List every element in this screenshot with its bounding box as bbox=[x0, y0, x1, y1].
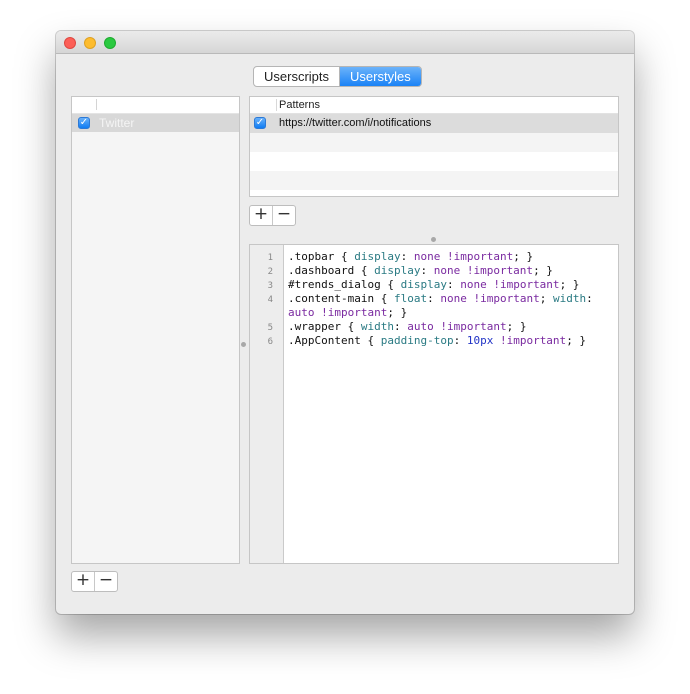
site-list-item-label: Twitter bbox=[99, 116, 135, 130]
close-window-button[interactable] bbox=[64, 37, 76, 49]
patterns-header: Patterns bbox=[250, 97, 618, 114]
empty-row bbox=[250, 152, 618, 171]
line-number: 1 bbox=[267, 253, 273, 263]
tab-userstyles[interactable]: Userstyles bbox=[339, 67, 421, 86]
code-token: none bbox=[440, 292, 467, 305]
site-list-item[interactable]: ✓ Twitter bbox=[72, 114, 239, 132]
vertical-split-handle[interactable] bbox=[241, 342, 246, 347]
line-number-gutter: 1 2 3 4 5 6 bbox=[250, 245, 284, 563]
code-token: !important bbox=[473, 292, 540, 305]
pattern-url[interactable]: https://twitter.com/i/notifications bbox=[279, 116, 431, 130]
remove-pattern-button[interactable]: − bbox=[272, 206, 295, 225]
code-token: display bbox=[374, 264, 421, 277]
pattern-row[interactable]: ✓ https://twitter.com/i/notifications bbox=[250, 114, 618, 133]
code-token: width bbox=[360, 320, 394, 333]
mode-segmented-control: Userscripts Userstyles bbox=[253, 66, 422, 87]
horizontal-split-handle[interactable] bbox=[431, 237, 436, 242]
line-number: 5 bbox=[267, 323, 273, 333]
code-token: : bbox=[586, 292, 593, 305]
code-token: ; } bbox=[387, 306, 408, 319]
code-token: float bbox=[393, 292, 428, 305]
code-token: ; } bbox=[506, 320, 527, 333]
code-line[interactable]: .topbar { display: none !important; } bbox=[288, 250, 593, 264]
empty-row bbox=[250, 133, 618, 152]
code-token: .AppContent { bbox=[288, 334, 381, 347]
code-token: none bbox=[433, 264, 461, 277]
code-token: .dashboard { bbox=[288, 264, 375, 277]
code-token: : bbox=[400, 250, 414, 263]
code-token: !important bbox=[493, 278, 560, 291]
minimize-window-button[interactable] bbox=[84, 37, 96, 49]
code-token: !important bbox=[446, 250, 514, 263]
line-number: 2 bbox=[267, 267, 273, 277]
line-number: 3 bbox=[267, 281, 273, 291]
pattern-add-remove-buttons: + − bbox=[249, 205, 296, 226]
empty-row bbox=[250, 171, 618, 190]
site-list-header bbox=[72, 97, 239, 114]
code-token: !important bbox=[499, 334, 567, 347]
code-token: display bbox=[354, 250, 401, 263]
code-token: #trends_dialog { bbox=[288, 278, 401, 291]
code-token: ; } bbox=[513, 250, 534, 263]
code-token: 10px bbox=[466, 334, 494, 347]
code-token: .topbar { bbox=[288, 250, 355, 263]
tab-userscripts[interactable]: Userscripts bbox=[254, 67, 339, 86]
code-token: : bbox=[427, 292, 441, 305]
code-token: none bbox=[460, 278, 487, 291]
code-token: padding-top bbox=[380, 334, 454, 347]
code-token: ; bbox=[539, 292, 553, 305]
column-separator bbox=[276, 99, 277, 111]
code-token: display bbox=[400, 278, 447, 291]
code-token: !important bbox=[321, 306, 388, 319]
code-token: : bbox=[453, 334, 467, 347]
code-token: ; } bbox=[559, 278, 580, 291]
pattern-enabled-checkbox[interactable]: ✓ bbox=[254, 117, 266, 129]
code-text[interactable]: .topbar { display: none !important; } .da… bbox=[288, 250, 593, 348]
zoom-window-button[interactable] bbox=[104, 37, 116, 49]
add-pattern-button[interactable]: + bbox=[250, 206, 272, 225]
code-line[interactable]: .dashboard { display: none !important; } bbox=[288, 264, 593, 278]
main-window: Userscripts Userstyles ✓ Twitter Pattern… bbox=[56, 31, 634, 614]
code-token: : bbox=[420, 264, 434, 277]
code-token: !important bbox=[466, 264, 534, 277]
code-token: width bbox=[552, 292, 587, 305]
patterns-column-header[interactable]: Patterns bbox=[279, 98, 320, 112]
code-line[interactable]: auto !important; } bbox=[288, 306, 593, 320]
line-number: 4 bbox=[267, 295, 273, 305]
code-token: auto bbox=[288, 306, 315, 319]
code-token: : bbox=[446, 278, 461, 291]
code-token: auto bbox=[407, 320, 434, 333]
code-line[interactable]: .AppContent { padding-top: 10px !importa… bbox=[288, 334, 593, 348]
remove-site-button[interactable]: − bbox=[94, 572, 117, 591]
column-separator bbox=[96, 99, 97, 110]
code-token: ; } bbox=[566, 334, 587, 347]
code-token: : bbox=[393, 320, 408, 333]
site-list[interactable]: ✓ Twitter bbox=[71, 96, 240, 564]
code-token: !important bbox=[440, 320, 507, 333]
css-code-editor[interactable]: 1 2 3 4 5 6 .topbar { display: none !imp… bbox=[249, 244, 619, 564]
code-token: none bbox=[413, 250, 441, 263]
code-line[interactable]: .wrapper { width: auto !important; } bbox=[288, 320, 593, 334]
code-line[interactable]: .content-main { float: none !important; … bbox=[288, 292, 593, 306]
add-site-button[interactable]: + bbox=[72, 572, 94, 591]
code-token: ; } bbox=[533, 264, 553, 277]
line-number: 6 bbox=[267, 337, 273, 347]
code-token: .content-main { bbox=[288, 292, 394, 305]
patterns-table: Patterns ✓ https://twitter.com/i/notific… bbox=[249, 96, 619, 197]
title-bar[interactable] bbox=[56, 31, 634, 54]
site-add-remove-buttons: + − bbox=[71, 571, 118, 592]
site-enabled-checkbox[interactable]: ✓ bbox=[78, 117, 90, 129]
code-token: .wrapper { bbox=[288, 320, 361, 333]
code-line[interactable]: #trends_dialog { display: none !importan… bbox=[288, 278, 593, 292]
